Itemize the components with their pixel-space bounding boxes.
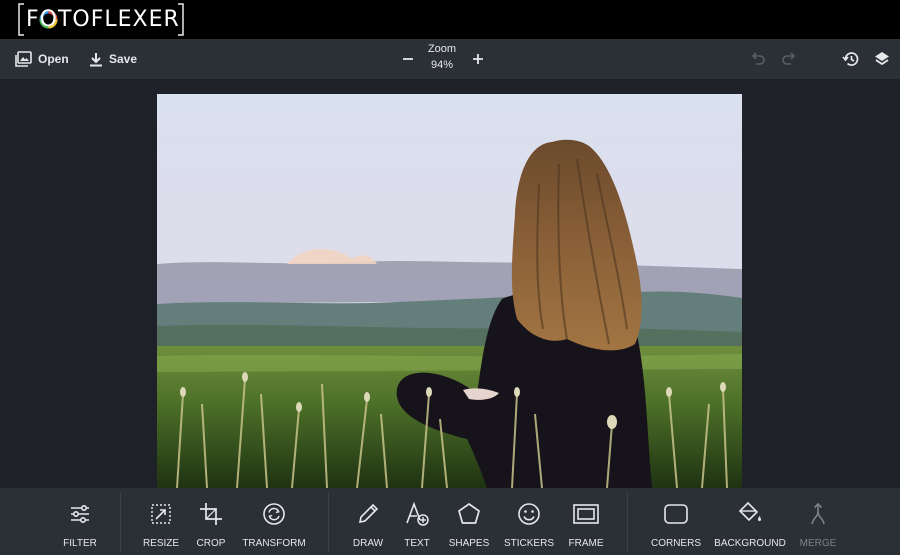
frame-icon <box>573 504 599 524</box>
undo-icon[interactable] <box>748 49 768 69</box>
paint-bucket-icon <box>738 501 761 522</box>
brand-bar: FOTOFLEXER <box>0 0 900 39</box>
tool-label-merge: MERGE <box>799 538 837 549</box>
tool-transform[interactable]: TRANSFORM <box>240 488 308 555</box>
tool-stickers[interactable]: STICKERS <box>503 488 555 555</box>
resize-icon <box>151 504 171 524</box>
pentagon-icon <box>458 502 480 524</box>
tool-label-text: TEXT <box>404 538 430 549</box>
fotoflexer-editor: FOTOFLEXER Open Save Zoom 94% FILTER RES… <box>0 0 900 555</box>
zoom-out-icon[interactable] <box>398 49 418 69</box>
layers-icon[interactable] <box>872 49 892 69</box>
tools-bar: FILTER RESIZE CROP TRANSFORM DRAW TEXT S… <box>0 488 900 555</box>
history-icon[interactable] <box>841 49 861 69</box>
save-label: Save <box>109 52 138 66</box>
tool-resize[interactable]: RESIZE <box>143 488 179 555</box>
zoom-in-icon[interactable] <box>468 49 488 69</box>
pencil-icon <box>358 503 379 524</box>
fotoflexer-logo[interactable]: FOTOFLEXER <box>18 3 184 36</box>
open-label: Open <box>38 52 69 66</box>
tool-label-resize: RESIZE <box>142 538 180 549</box>
sliders-icon <box>71 505 89 523</box>
tool-label-crop: CROP <box>196 538 226 549</box>
tool-label-frame: FRAME <box>568 538 604 549</box>
merge-icon <box>811 502 825 525</box>
smiley-icon <box>518 503 540 525</box>
image-gallery-icon <box>15 51 32 67</box>
edited-photo <box>157 94 742 488</box>
tool-draw[interactable]: DRAW <box>350 488 386 555</box>
tool-merge[interactable]: MERGE <box>798 488 838 555</box>
tools-divider <box>328 492 329 552</box>
tool-label-filter: FILTER <box>63 538 97 549</box>
top-toolbar: Open Save Zoom 94% <box>0 39 900 79</box>
tool-corners[interactable]: CORNERS <box>650 488 702 555</box>
download-icon <box>90 52 102 66</box>
open-button[interactable]: Open <box>15 39 69 79</box>
tool-frame[interactable]: FRAME <box>566 488 606 555</box>
crop-icon <box>200 503 222 525</box>
zoom-control: Zoom 94% <box>396 39 490 79</box>
tool-label-shapes: SHAPES <box>448 538 490 549</box>
tool-filter[interactable]: FILTER <box>62 488 98 555</box>
tool-text[interactable]: TEXT <box>399 488 435 555</box>
tool-label-background: BACKGROUND <box>714 538 786 549</box>
tool-label-draw: DRAW <box>352 538 384 549</box>
tool-label-corners: CORNERS <box>650 538 701 549</box>
tool-shapes[interactable]: SHAPES <box>447 488 491 555</box>
canvas-workspace <box>0 79 900 488</box>
zoom-value: 94% <box>430 59 454 71</box>
save-button[interactable]: Save <box>89 39 137 79</box>
tool-label-transform: TRANSFORM <box>242 538 306 549</box>
text-add-icon <box>406 501 429 526</box>
logo-text: FOTOFLEXER <box>26 7 180 32</box>
rotate-icon <box>263 503 285 525</box>
tool-background[interactable]: BACKGROUND <box>714 488 786 555</box>
zoom-label: Zoom <box>427 43 457 55</box>
rounded-rect-icon <box>664 504 688 524</box>
tool-crop[interactable]: CROP <box>193 488 229 555</box>
tools-divider <box>120 492 121 552</box>
photo-canvas[interactable] <box>157 94 742 488</box>
tools-divider <box>627 492 628 552</box>
tool-label-stickers: STICKERS <box>503 538 554 549</box>
redo-icon[interactable] <box>779 49 799 69</box>
